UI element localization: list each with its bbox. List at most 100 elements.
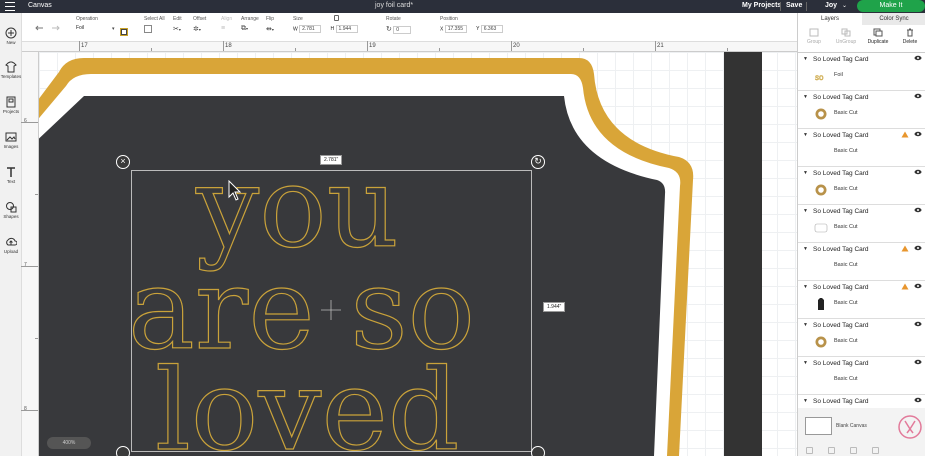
layer-name: So Loved Tag Card	[813, 398, 869, 405]
nav-upload[interactable]: Upload	[0, 236, 22, 254]
layer-name: So Loved Tag Card	[813, 94, 869, 101]
eye-icon[interactable]	[914, 245, 922, 251]
nav-images[interactable]: Images	[0, 131, 22, 149]
eye-icon[interactable]	[914, 93, 922, 99]
eye-icon[interactable]	[914, 397, 922, 403]
ruler-tick	[295, 48, 296, 51]
nav-new[interactable]: New	[0, 27, 22, 45]
arrange-group: Arrange ⧉▾	[241, 16, 259, 32]
adjacent-design-edge[interactable]	[724, 52, 762, 456]
eye-icon[interactable]	[914, 283, 922, 289]
layer-group-row[interactable]: ▼ So Loved Tag Card Basic Cut	[798, 167, 925, 205]
collapse-chevron-icon[interactable]: ▼	[803, 398, 808, 404]
eye-icon[interactable]	[914, 359, 922, 365]
layer-group-row[interactable]: ▼ So Loved Tag Card Basic Cut	[798, 91, 925, 129]
warning-icon[interactable]	[901, 131, 909, 138]
nav-projects[interactable]: Projects	[0, 96, 22, 114]
select-all-icon[interactable]	[144, 25, 152, 33]
zoom-control[interactable]: 400%	[47, 437, 91, 449]
save-button[interactable]: Save	[786, 2, 802, 9]
width-input[interactable]: 2.781	[299, 25, 322, 33]
layer-name: So Loved Tag Card	[813, 322, 869, 329]
left-sidebar: New Templates Projects Images Text Shape…	[0, 13, 22, 456]
collapse-chevron-icon[interactable]: ▼	[803, 322, 808, 328]
my-projects-link[interactable]: My Projects	[742, 2, 781, 9]
resize-handle-icon[interactable]	[531, 446, 545, 456]
layer-group-row[interactable]: ▼ So Loved Tag Card Basic Cut	[798, 319, 925, 357]
layer-group-row[interactable]: ▼ So Loved Tag Card	[798, 395, 925, 409]
gold-ring-thumbnail	[815, 184, 827, 196]
eye-icon[interactable]	[914, 321, 922, 327]
align-icon[interactable]: ≡	[221, 25, 225, 32]
layer-operation: Basic Cut	[834, 148, 858, 154]
eye-icon[interactable]	[914, 207, 922, 213]
design-canvas[interactable]: you are so loved × ↻ 2.781" 1.944" 400%	[39, 52, 797, 456]
flatten-icon[interactable]	[872, 447, 879, 454]
attach-icon[interactable]	[850, 447, 857, 454]
ungroup-button[interactable]: UnGroup	[830, 28, 862, 45]
undo-icon[interactable]	[35, 25, 44, 31]
chevron-down-icon[interactable]: ▾	[112, 26, 115, 32]
hamburger-menu-icon[interactable]	[5, 2, 15, 11]
operation-select[interactable]: Foil	[76, 25, 84, 31]
collapse-chevron-icon[interactable]: ▼	[803, 132, 808, 138]
lock-handle-icon[interactable]	[116, 446, 130, 456]
user-menu[interactable]: Joy	[825, 2, 837, 9]
make-it-button[interactable]: Make It	[857, 0, 925, 12]
tab-layers[interactable]: Layers	[798, 13, 862, 25]
ruler-tick	[655, 41, 656, 51]
x-prefix: X	[440, 26, 444, 33]
tab-color-sync[interactable]: Color Sync	[862, 13, 925, 25]
collapse-chevron-icon[interactable]: ▼	[803, 208, 808, 214]
nav-label: Templates	[0, 74, 22, 79]
duplicate-button[interactable]: Duplicate	[862, 28, 894, 45]
collapse-chevron-icon[interactable]: ▼	[803, 284, 808, 290]
trash-icon	[907, 28, 913, 37]
layer-group-row[interactable]: ▼ So Loved Tag Card Basic Cut	[798, 357, 925, 395]
ruler-tick	[21, 410, 38, 411]
redo-icon[interactable]	[51, 25, 60, 31]
operation-color-swatch[interactable]	[120, 28, 128, 36]
eye-icon[interactable]	[914, 169, 922, 175]
x-input[interactable]: 17.355	[444, 25, 467, 33]
align-group: Align ≡	[221, 16, 232, 32]
select-all-label: Select All	[144, 16, 165, 22]
nav-text[interactable]: Text	[0, 166, 22, 184]
collapse-chevron-icon[interactable]: ▼	[803, 56, 808, 62]
layer-name: So Loved Tag Card	[813, 360, 869, 367]
collapse-chevron-icon[interactable]: ▼	[803, 246, 808, 252]
blank-canvas-thumbnail	[805, 417, 832, 435]
warning-icon[interactable]	[901, 245, 909, 252]
lock-icon[interactable]	[334, 15, 339, 21]
collapse-chevron-icon[interactable]: ▼	[803, 170, 808, 176]
layer-group-row[interactable]: ▼ So Loved Tag Card so Foil	[798, 53, 925, 91]
nav-templates[interactable]: Templates	[0, 61, 22, 79]
rotate-handle-icon[interactable]: ↻	[531, 155, 545, 169]
delete-handle-close-icon[interactable]: ×	[116, 155, 130, 169]
layer-actions: Group UnGroup Duplicate Delete	[798, 25, 925, 53]
warning-icon[interactable]	[901, 283, 909, 290]
eye-icon[interactable]	[914, 131, 922, 137]
weld-icon[interactable]	[828, 447, 835, 454]
layer-group-row[interactable]: ▼ So Loved Tag Card Basic Cut	[798, 281, 925, 319]
layer-group-row[interactable]: ▼ So Loved Tag Card Basic Cut	[798, 243, 925, 281]
layer-group-row[interactable]: ▼ So Loved Tag Card Basic Cut	[798, 205, 925, 243]
height-input[interactable]: 1.944	[335, 25, 358, 33]
layer-group-row[interactable]: ▼ So Loved Tag Card Basic Cut	[798, 129, 925, 167]
selection-bounding-box[interactable]	[131, 170, 532, 452]
group-button[interactable]: Group	[798, 28, 830, 45]
collapse-chevron-icon[interactable]: ▼	[803, 94, 808, 100]
collapse-chevron-icon[interactable]: ▼	[803, 360, 808, 366]
delete-button[interactable]: Delete	[894, 28, 925, 45]
chevron-down-icon[interactable]: ⌄	[842, 2, 847, 9]
y-input[interactable]: 6.363	[480, 25, 503, 33]
black-tag-thumbnail	[818, 298, 824, 310]
nav-shapes[interactable]: Shapes	[0, 201, 22, 219]
layers-panel: Layers Color Sync Group UnGroup Duplicat…	[797, 13, 925, 456]
rotate-input[interactable]: 0	[393, 25, 412, 34]
duplicate-icon	[873, 28, 883, 37]
slice-icon[interactable]	[806, 447, 813, 454]
flip-label: Flip	[266, 16, 275, 22]
layer-operation: Basic Cut	[834, 224, 858, 230]
eye-icon[interactable]	[914, 55, 922, 61]
